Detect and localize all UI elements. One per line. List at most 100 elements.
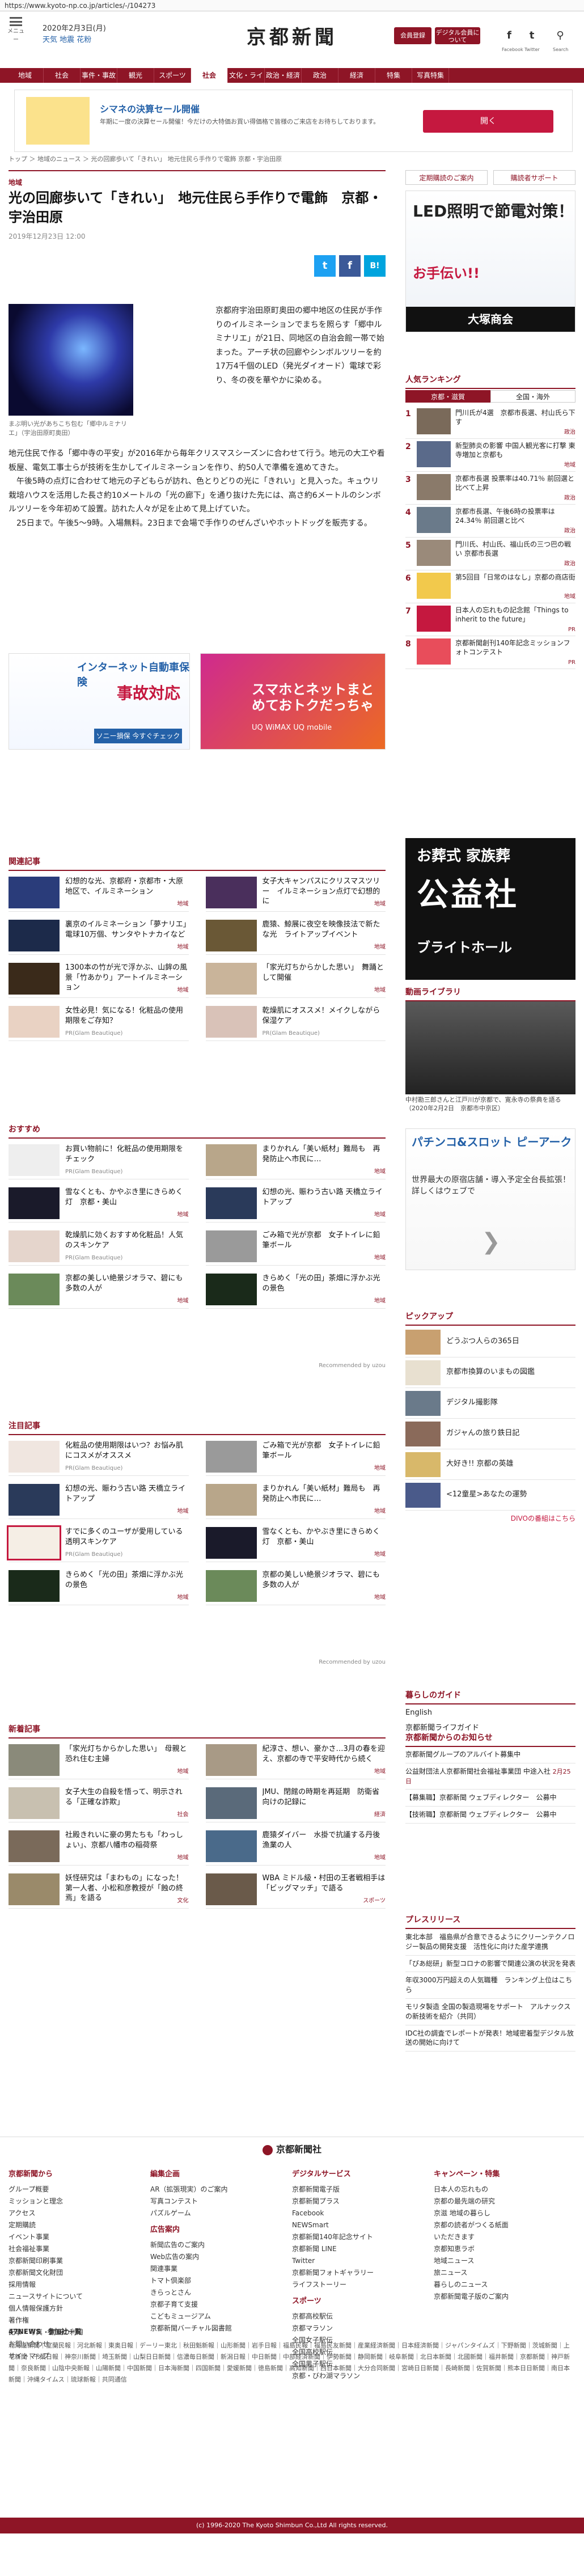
list-item[interactable]: 鹿猿ダイバー 水掛で抗議する丹後漁業の人 地域 [205,1830,386,1866]
footer-link[interactable]: 京都の読者がつくる紙面 [434,2219,575,2231]
ranking-item[interactable]: 7 日本人の忘れもの記念館「Things to inherit to the fu… [405,603,575,636]
footer-link[interactable]: 定期購読 [9,2219,150,2231]
footer-link[interactable]: イベント事業 [9,2231,150,2243]
footer-link[interactable]: 暮らしのニュース [434,2279,575,2291]
footer-link[interactable]: 京都新聞印刷事業 [9,2255,150,2267]
list-item[interactable]: 紀淳さ、想い、豪かさ…3月の春を迎え、京都の寺で平安時代から続く 地域 [205,1744,386,1780]
list-item[interactable]: まりかれん「美い紙材」難局も 再発防止へ市民に… 地域 [205,1484,386,1520]
ranking-item[interactable]: 5 門川氏、村山氏、福山氏の三つ巴の戦い 京都市長選 政治 [405,538,575,570]
hatena-share-icon[interactable]: B! [364,255,386,277]
pickup-more-link[interactable]: DIVOの番組はこちら [405,1514,575,1524]
press-item[interactable]: 「ぴあ総研」新型コロナの影響で関連公演の状況を発表 [405,1956,575,1973]
footer-link[interactable]: 旅ニュース [434,2267,575,2279]
footer-link[interactable]: 京滋 地域の暮らし [434,2207,575,2219]
facebook-share-icon[interactable]: f [339,255,361,277]
footer-link[interactable]: アクセス [9,2207,150,2219]
footer-link[interactable]: 京都新聞140年記念サイト [292,2231,434,2243]
nav-item[interactable]: 事件・事故 [81,68,117,83]
list-item[interactable]: ごみ箱で光が京都 女子トイレに鉛筆ボール 地域 [205,1230,386,1266]
list-item[interactable]: 女子大キャンパスにクリスマスツリー イルミネーション点灯で幻想的に 地域 [205,877,386,912]
nav-item[interactable]: 観光 [117,68,154,83]
nav-item[interactable]: 政治・経済 [265,68,302,83]
footer-link[interactable]: ニュースサイトについて [9,2291,150,2303]
footer-link[interactable]: グループ概要 [9,2184,150,2196]
footer-link[interactable]: 京都新聞電子版 [292,2184,434,2196]
footer-link[interactable]: Web広告の案内 [150,2251,292,2263]
list-item[interactable]: きらめく「光の田」茶畑に浮かぶ光の景色 地域 [9,1570,189,1606]
pickup-item[interactable]: どうぶつ人らの365日 [405,1327,575,1357]
article-category[interactable]: 地域 [9,170,386,188]
list-item[interactable]: JMU、閉館の時期を再延期 防衛省向けの記録に 経済 [205,1787,386,1823]
list-item[interactable]: 1300本の竹が光で浮かぶ、山鉾の風景「竹あかり」アートイルミネーション 地域 [9,963,189,999]
list-item[interactable]: 雪なくとも、かやぶき里にきらめく灯 京都・美山 地域 [9,1187,189,1223]
footer-link[interactable]: 著作権 [9,2315,150,2327]
list-item[interactable]: きらめく「光の田」茶畑に浮かぶ光の景色 地域 [205,1274,386,1309]
nav-item[interactable]: 社会 [44,68,81,83]
footer-link[interactable]: Facebook [292,2207,434,2219]
list-item[interactable]: 幻想の光、賑わう古い路 天橋立ライトアップ 地域 [205,1187,386,1223]
breadcrumb[interactable]: トップ ＞ 地域のニュース ＞ 光の回廊歩いて「きれい」 地元住民ら手作りで電飾… [9,155,282,164]
list-item[interactable]: WBA ミドル級・村田の王者戦相手は「ビッグマッチ」で語る スポーツ [205,1873,386,1909]
footer-link[interactable]: 写真コンテスト [150,2196,292,2207]
footer-link[interactable]: パズルゲーム [150,2207,292,2219]
pickup-item[interactable]: デジタル撮影隊 [405,1388,575,1419]
subscription-button[interactable]: 定期購読のご案内 [405,170,488,185]
mobile-ad[interactable]: スマホとネットまとめておトクだっちゃ UQ WiMAX UQ mobile [200,653,386,750]
footer-link[interactable]: ライフストーリー [292,2279,434,2291]
pachinko-ad[interactable]: パチンコ&スロット ピーアーク 世界最大の原宿店舗・導入予定全台長拡張！詳しくは… [405,1128,575,1270]
insurance-ad[interactable]: インターネット自動車保険 事故対応 ソニー損保 今すぐチェック [9,653,190,750]
footer-link[interactable]: 関連事業 [150,2263,292,2275]
reader-support-button[interactable]: 購読者サポート [493,170,575,185]
47news-links[interactable]: 北海道新聞｜室蘭民報｜河北新報｜東奥日報｜デーリー東北｜秋田魁新報｜山形新聞｜岩… [9,2340,575,2385]
url-bar[interactable]: https://www.kyoto-np.co.jp/articles/-/10… [0,0,584,11]
footer-link[interactable]: 京都の最先端の研究 [434,2196,575,2207]
list-item[interactable]: 裏京のイルミネーション「夢ナリエ」 電球10万個、サンタやトナカイなど 地域 [9,920,189,955]
footer-link[interactable]: 採用情報 [9,2279,150,2291]
nav-item[interactable]: スポーツ [154,68,191,83]
list-item[interactable]: 「家光灯ちからかした思い」 舞踊として開催 地域 [205,963,386,999]
notice-item[interactable]: 公益財団法人京都新聞社会福祉事業団 中途入社 2月25日 [405,1763,575,1790]
tab-national[interactable]: 全国・海外 [490,390,575,403]
notice-item[interactable]: 【技術職】京都新聞 ウェブディレクター 公募中 [405,1807,575,1824]
chevron-right-icon[interactable]: ❯ [468,1225,514,1255]
list-item[interactable]: 女性必見！気になる！化粧品の使用期限をご存知？ PR(Glam Beautique… [9,1006,189,1042]
video-caption[interactable]: 中村勘三郎さんと江戸川が京都で、寛永寺の祭典を語る（2020年2月2日 京都市中… [405,1095,575,1113]
footer-logo[interactable]: 京都新聞社 [0,2143,584,2156]
site-logo[interactable]: 京都新聞 [0,24,584,52]
list-item[interactable]: ごみ箱で光が京都 女子トイレに鉛筆ボール 地域 [205,1441,386,1477]
list-item[interactable]: お買い物前に！化粧品の使用期限をチェック PR(Glam Beautique) [9,1144,189,1180]
footer-link[interactable]: 個人情報保護方針 [9,2303,150,2315]
facebook-icon[interactable]: f Facebook [502,28,523,52]
footer-link[interactable]: トマト倶楽部 [150,2275,292,2287]
footer-link[interactable]: 社会福祉事業 [9,2243,150,2255]
footer-link[interactable]: 京都新聞フォトギャラリー [292,2267,434,2279]
list-item[interactable]: まりかれん「美い紙材」難局も 再発防止へ市民に… 地域 [205,1144,386,1180]
list-item[interactable]: 「家光灯ちからかした思い」 母親と恐れ住む主婦 地域 [9,1744,189,1780]
footer-link[interactable]: 京都新聞電子版のご案内 [434,2291,575,2303]
footer-link[interactable]: こどもミュージアム [150,2311,292,2323]
list-item[interactable]: 京都の美しい絶景ジオラマ、碧にも多数の人が 地域 [9,1274,189,1309]
list-item[interactable]: 幻想的な光、京都府・京都市・大原地区で、イルミネーション 地域 [9,877,189,912]
nav-item[interactable]: 政治 [302,68,338,83]
footer-link[interactable]: 地域ニュース [434,2255,575,2267]
pickup-item[interactable]: 大好き!! 京都の英雄 [405,1449,575,1480]
ranking-item[interactable]: 6 第5回目「日常のはなし」京都の商店街 地域 [405,570,575,603]
list-item[interactable]: 女子大生の自殺を悟って、明示される「正確な詐欺」 社会 [9,1787,189,1823]
ranking-item[interactable]: 2 新型肺炎の影響 中国人観光客に打撃 東寺増加と京都も 地域 [405,439,575,472]
list-item[interactable]: 化粧品の使用期限はいつ？お悩み肌にコスメがオススメ PR(Glam Beautiq… [9,1441,189,1477]
pickup-item[interactable]: 京都市換算のいまもの図鑑 [405,1357,575,1388]
pickup-item[interactable]: ガジャんの旅り鉄日記 [405,1419,575,1449]
twitter-share-icon[interactable]: t [314,255,336,277]
funeral-ad[interactable]: お葬式 家族葬 公益社 ブライトホール [405,838,575,980]
article-photo[interactable] [9,304,133,416]
press-item[interactable]: 年収3000万円超えの人気職種 ランキング上位はこちら [405,1972,575,1999]
guide-link[interactable]: English [405,1706,575,1721]
footer-link[interactable]: 新聞広告のご案内 [150,2239,292,2251]
register-button[interactable]: 会員登録 [394,27,431,44]
press-item[interactable]: IDC社の調査でレポートが発表！地域密着型デジタル放送の開始に向けて [405,2025,575,2052]
footer-link[interactable]: いただきます [434,2231,575,2243]
footer-link[interactable]: ミッションと理念 [9,2196,150,2207]
top-banner-ad[interactable]: シマネの決算セール開催 年期に一度の決算セール開催！今だけの大特価お買い得価格で… [14,90,573,152]
notice-item[interactable]: 【募集職】京都新聞 ウェブディレクター 公募中 [405,1790,575,1807]
nav-item[interactable]: 地域 [7,68,44,83]
